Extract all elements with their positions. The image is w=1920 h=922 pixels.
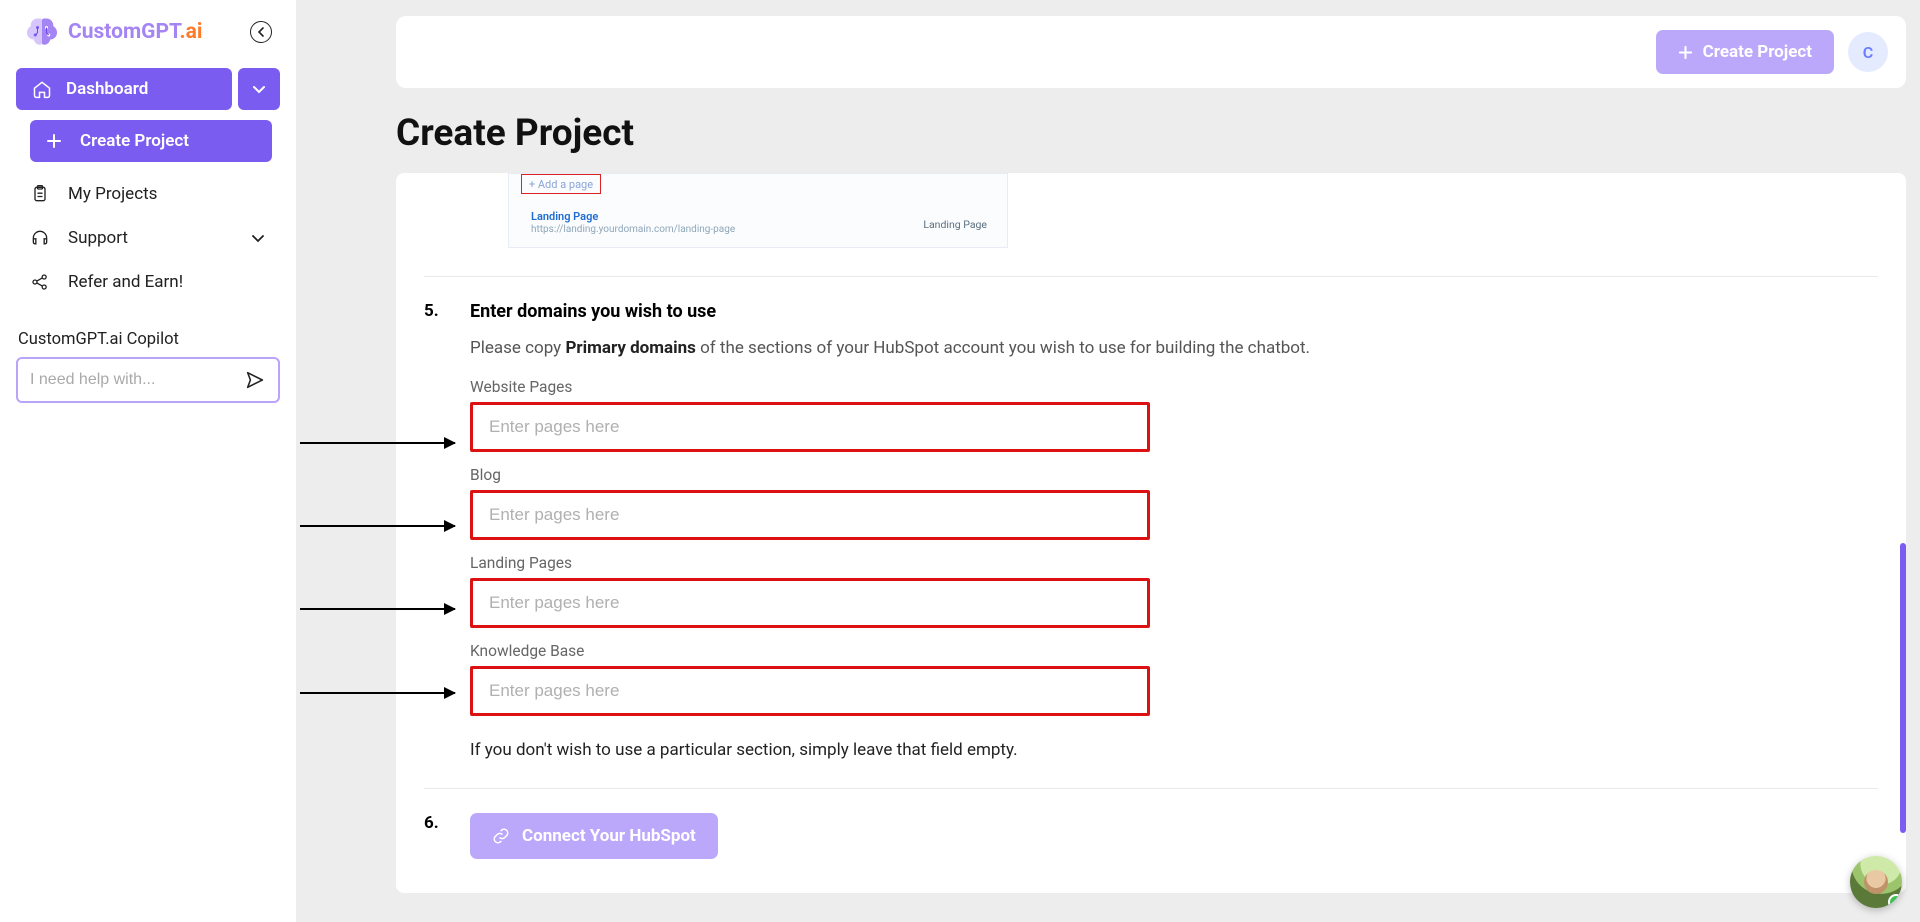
annotation-arrow <box>300 525 455 527</box>
demo-lp-right: Landing Page <box>923 218 987 231</box>
step-number: 6. <box>424 813 442 859</box>
demo-lp-title: Landing Page <box>531 210 598 223</box>
field-label-website-pages: Website Pages <box>470 378 1878 396</box>
sidebar-item-label: Support <box>68 228 128 248</box>
brand-logo[interactable]: CustomGPT.ai <box>24 14 202 50</box>
avatar[interactable]: C <box>1848 32 1888 72</box>
field-label-landing-pages: Landing Pages <box>470 554 1878 572</box>
landing-pages-input[interactable] <box>470 578 1150 628</box>
field-label-knowledge-base: Knowledge Base <box>470 642 1878 660</box>
sidebar: CustomGPT.ai Dashboard Create Project My… <box>0 0 296 922</box>
plus-icon <box>46 133 62 149</box>
copilot-label: CustomGPT.ai Copilot <box>16 330 280 357</box>
step-5: 5. Enter domains you wish to use Please … <box>424 301 1878 760</box>
step-description: Please copy Primary domains of the secti… <box>470 338 1878 358</box>
demo-add-page: + Add a page <box>521 174 601 194</box>
online-badge-icon <box>1888 894 1902 908</box>
send-icon[interactable] <box>244 369 266 391</box>
dashboard-expand-button[interactable] <box>238 68 280 110</box>
copilot-input[interactable] <box>30 371 244 389</box>
share-nodes-icon <box>30 272 50 292</box>
dashboard-label: Dashboard <box>66 79 148 99</box>
field-label-blog: Blog <box>470 466 1878 484</box>
step-6: 6. Connect Your HubSpot <box>424 813 1878 859</box>
copilot-input-wrap <box>16 357 280 403</box>
collapse-sidebar-button[interactable] <box>250 21 272 43</box>
demo-lp-url: https://landing.yourdomain.com/landing-p… <box>531 224 735 235</box>
main: Create Project C Create Project + Add a … <box>296 0 1920 922</box>
sidebar-item-label: My Projects <box>68 184 157 204</box>
content-panel: + Add a page Landing Page https://landin… <box>396 173 1906 893</box>
link-icon <box>492 827 510 845</box>
website-pages-input[interactable] <box>470 402 1150 452</box>
chevron-down-icon <box>250 230 266 246</box>
topbar-create-project-button[interactable]: Create Project <box>1656 30 1834 74</box>
step-note: If you don't wish to use a particular se… <box>470 740 1878 760</box>
home-icon <box>32 79 52 99</box>
page-title: Create Project <box>396 112 1906 155</box>
dashboard-button[interactable]: Dashboard <box>16 68 232 110</box>
topbar-create-label: Create Project <box>1703 42 1812 62</box>
topbar: Create Project C <box>396 16 1906 88</box>
sidebar-item-label: Refer and Earn! <box>68 272 183 292</box>
divider <box>424 276 1878 277</box>
headset-icon <box>30 228 50 248</box>
knowledge-base-input[interactable] <box>470 666 1150 716</box>
sidebar-item-support[interactable]: Support <box>16 216 280 260</box>
hubspot-demo-image: + Add a page Landing Page https://landin… <box>508 173 1008 248</box>
annotation-arrow <box>300 442 455 444</box>
brain-icon <box>24 14 60 50</box>
sidebar-item-my-projects[interactable]: My Projects <box>16 172 280 216</box>
sidebar-create-project-button[interactable]: Create Project <box>30 120 272 162</box>
chat-widget[interactable] <box>1850 856 1902 908</box>
blog-input[interactable] <box>470 490 1150 540</box>
scrollbar[interactable] <box>1900 543 1906 833</box>
connect-label: Connect Your HubSpot <box>522 826 696 846</box>
annotation-arrow <box>300 692 455 694</box>
step-title: Enter domains you wish to use <box>470 301 1878 322</box>
annotation-arrow <box>300 608 455 610</box>
chevron-down-icon <box>251 81 267 97</box>
connect-hubspot-button[interactable]: Connect Your HubSpot <box>470 813 718 859</box>
sidebar-item-refer[interactable]: Refer and Earn! <box>16 260 280 304</box>
plus-icon <box>1678 45 1693 60</box>
brand-name: CustomGPT.ai <box>68 20 202 44</box>
divider <box>424 788 1878 789</box>
create-project-label: Create Project <box>80 131 189 151</box>
clipboard-icon <box>30 184 50 204</box>
